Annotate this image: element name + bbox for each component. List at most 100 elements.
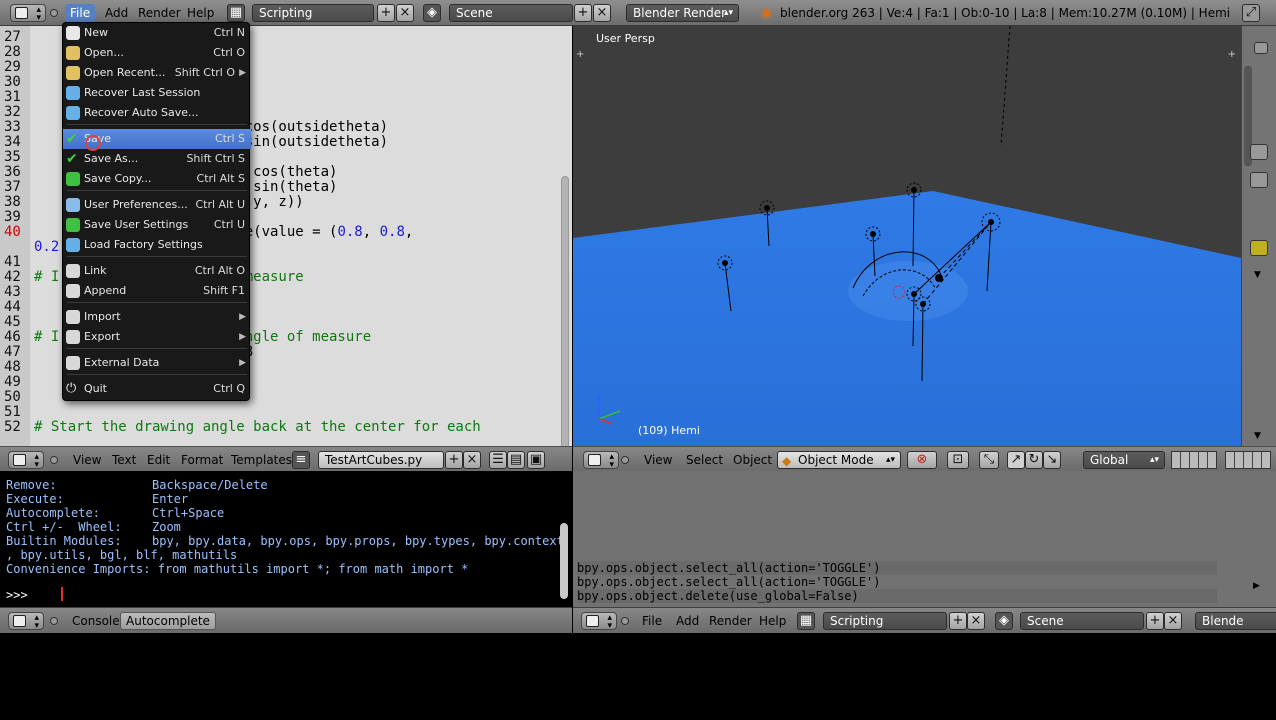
file-menu-item-save-copy[interactable]: Save Copy... Ctrl Alt S xyxy=(63,169,251,189)
menu-help[interactable]: Help xyxy=(754,612,791,630)
manipulator-toggle-icon[interactable]: ⤡ xyxy=(979,451,999,469)
menu-help[interactable]: Help xyxy=(182,4,219,22)
file-menu-item-user-preferences[interactable]: User Preferences... Ctrl Alt U xyxy=(63,195,251,215)
screen-layout-field[interactable]: Scripting xyxy=(252,4,374,22)
file-menu-item-new[interactable]: New Ctrl N xyxy=(63,23,251,43)
menu-file[interactable]: File xyxy=(65,4,96,22)
file-menu-item-export[interactable]: Export ▶ xyxy=(63,327,251,347)
text-datablock-icon[interactable]: ≡ xyxy=(292,451,310,469)
recent-files-icon xyxy=(66,66,80,80)
viewport-shading-dropdown[interactable]: ⊗ xyxy=(907,451,937,469)
scene-field[interactable]: Scene xyxy=(1020,612,1144,630)
remove-scene-button[interactable]: × xyxy=(593,4,611,22)
triangle-down-icon[interactable]: ▼ xyxy=(1254,431,1261,441)
graph-icon[interactable] xyxy=(1250,240,1268,256)
remove-scene-button[interactable]: × xyxy=(1164,612,1182,630)
link-icon xyxy=(66,264,80,278)
file-menu-item-quit[interactable]: ⏻ Quit Ctrl Q xyxy=(63,379,251,399)
3d-viewport[interactable]: User Persp (109) Hemi + + xyxy=(573,26,1241,446)
collapse-menu-icon[interactable] xyxy=(50,617,58,625)
code-line[interactable]: 0.2 xyxy=(34,240,59,255)
properties-plus-icon[interactable]: + xyxy=(1228,49,1236,60)
editor-type-button[interactable]: ▴ ▾ xyxy=(581,612,617,631)
collapse-menu-icon[interactable] xyxy=(50,456,58,464)
scene-icon[interactable]: ◈ xyxy=(423,4,441,22)
text-datablock-field[interactable]: TestArtCubes.py xyxy=(318,451,444,469)
menu-view[interactable]: View xyxy=(73,447,101,473)
menu-templates[interactable]: Templates xyxy=(231,447,292,473)
editor-type-button[interactable]: ▴ ▾ xyxy=(10,4,46,23)
screen-layout-icon[interactable]: ▦ xyxy=(797,612,815,630)
menu-render[interactable]: Render xyxy=(704,612,757,630)
line-numbers-toggle-icon[interactable]: ☰ xyxy=(489,451,507,469)
word-wrap-toggle-icon[interactable]: ▤ xyxy=(507,451,525,469)
file-menu-item-load-factory-settings[interactable]: Load Factory Settings xyxy=(63,235,251,255)
remove-layout-button[interactable]: × xyxy=(967,612,985,630)
collapse-menu-icon[interactable] xyxy=(621,456,629,464)
layer-buttons[interactable] xyxy=(1171,451,1217,469)
menu-format[interactable]: Format xyxy=(181,447,223,473)
new-text-button[interactable]: + xyxy=(445,451,463,469)
file-menu-item-open[interactable]: Open... Ctrl O xyxy=(63,43,251,63)
triangle-down-icon[interactable]: ▼ xyxy=(1254,270,1261,280)
collapse-menu-icon[interactable] xyxy=(50,9,58,17)
autocomplete-button[interactable]: Autocomplete xyxy=(120,612,216,630)
layer-buttons-2[interactable] xyxy=(1225,451,1271,469)
syntax-highlight-toggle-icon[interactable]: ▣ xyxy=(527,451,545,469)
pivot-point-dropdown[interactable]: ⊡ xyxy=(947,451,969,469)
editor-type-button[interactable]: ▴ ▾ xyxy=(8,451,44,470)
screen-layout-field[interactable]: Scripting xyxy=(823,612,947,630)
info-side-strip: ▶ xyxy=(1241,471,1276,607)
add-layout-button[interactable]: + xyxy=(949,612,967,630)
file-menu-item-recover-auto-save[interactable]: Recover Auto Save... xyxy=(63,103,251,123)
code-line[interactable]: # Start the drawing angle back at the ce… xyxy=(34,420,481,435)
interaction-mode-dropdown[interactable]: ◆ Object Mode ▴▾ xyxy=(777,451,901,469)
menu-render[interactable]: Render xyxy=(133,4,186,22)
transform-orientation-dropdown[interactable]: Global ▴▾ xyxy=(1083,451,1165,469)
triangle-right-icon[interactable]: ▶ xyxy=(1253,581,1260,591)
file-menu-item-append[interactable]: Append Shift F1 xyxy=(63,281,251,301)
outliner-icon[interactable] xyxy=(1250,144,1268,160)
toolshelf-plus-icon[interactable]: + xyxy=(576,49,584,60)
rotate-icon[interactable]: ↻ xyxy=(1025,451,1043,469)
console-row: , bpy.utils, bgl, blf, mathutils xyxy=(6,548,238,562)
menu-view[interactable]: View xyxy=(644,447,672,473)
file-menu-item-save-as[interactable]: ✔ Save As... Shift Ctrl S xyxy=(63,149,251,169)
file-menu-item-external-data[interactable]: External Data ▶ xyxy=(63,353,251,373)
add-scene-button[interactable]: + xyxy=(574,4,592,22)
console-row: Remove: xyxy=(6,478,57,492)
console-scrollbar[interactable] xyxy=(560,523,568,599)
add-scene-button[interactable]: + xyxy=(1146,612,1164,630)
scene-field[interactable]: Scene xyxy=(449,4,573,22)
remove-layout-button[interactable]: × xyxy=(396,4,414,22)
menu-add[interactable]: Add xyxy=(671,612,704,630)
scale-icon[interactable]: ↘ xyxy=(1043,451,1061,469)
add-layout-button[interactable]: + xyxy=(377,4,395,22)
menu-text[interactable]: Text xyxy=(112,447,136,473)
scene-icon[interactable]: ◈ xyxy=(995,612,1013,630)
menu-object[interactable]: Object xyxy=(733,447,772,473)
collapse-menu-icon[interactable] xyxy=(621,617,629,625)
text-scrollbar[interactable] xyxy=(561,176,569,446)
screen-layout-icon[interactable]: ▦ xyxy=(227,4,245,22)
file-menu-item-open-recent[interactable]: Open Recent... Shift Ctrl O ▶ xyxy=(63,63,251,83)
editor-type-button[interactable]: ▴ ▾ xyxy=(583,451,619,470)
properties-icon[interactable] xyxy=(1250,172,1268,188)
file-menu-item-import[interactable]: Import ▶ xyxy=(63,307,251,327)
console-menu-button[interactable]: Console xyxy=(72,608,120,634)
file-menu-item-recover-last-session[interactable]: Recover Last Session xyxy=(63,83,251,103)
file-menu-item-save-user-settings[interactable]: Save User Settings Ctrl U xyxy=(63,215,251,235)
render-engine-dropdown[interactable]: Blender Render ▴▾ xyxy=(626,4,739,22)
render-engine-dropdown[interactable]: Blende xyxy=(1195,612,1276,630)
menu-edit[interactable]: Edit xyxy=(147,447,170,473)
menu-add[interactable]: Add xyxy=(100,4,133,22)
menu-file[interactable]: File xyxy=(637,612,667,630)
file-menu-item-link[interactable]: Link Ctrl Alt O xyxy=(63,261,251,281)
editor-type-button[interactable]: ▴ ▾ xyxy=(8,612,44,631)
maximize-icon[interactable]: ⤢ xyxy=(1242,4,1260,22)
unlink-text-button[interactable]: × xyxy=(463,451,481,469)
menu-select[interactable]: Select xyxy=(686,447,723,473)
maximize-icon[interactable] xyxy=(1254,42,1268,54)
python-console[interactable]: Remove: Backspace/Delete Execute: Enter … xyxy=(0,471,572,607)
translate-icon[interactable]: ↗ xyxy=(1007,451,1025,469)
